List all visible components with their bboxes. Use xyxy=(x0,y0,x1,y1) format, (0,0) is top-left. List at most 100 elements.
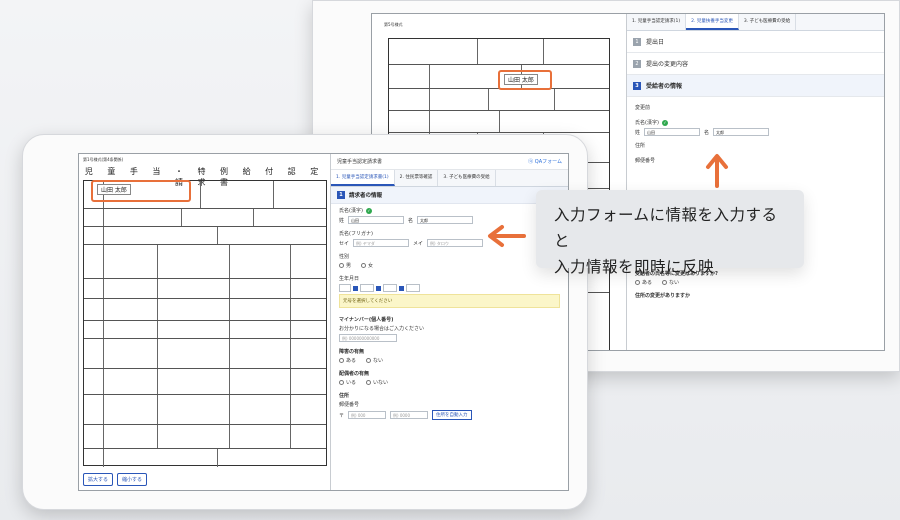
radio-label: ない xyxy=(669,280,680,286)
radio-circle xyxy=(635,280,640,285)
zoom-out-button[interactable]: 縮小する xyxy=(117,473,148,486)
kana-mei-label: メイ xyxy=(413,240,424,247)
step-label: 受給者の情報 xyxy=(646,83,683,90)
kana-mei-input[interactable]: 例) タロウ xyxy=(427,239,484,247)
front-name-value: 山田 太郎 xyxy=(97,184,131,195)
zoom-in-button[interactable]: 拡大する xyxy=(83,473,114,486)
address-label: 住所 xyxy=(339,393,350,399)
name-label: 氏名(漢字) xyxy=(339,208,363,214)
back-mei-label: 名 xyxy=(704,129,710,136)
front-tablet: 第1号様式(第4条関係) 児 童 手 当 ・ 特 例 給 付 認 定 請 求 書 xyxy=(22,134,588,510)
postal-input-2[interactable]: 例) 0000 xyxy=(390,411,429,419)
era-select[interactable] xyxy=(339,284,351,292)
front-tablet-screen: 第1号様式(第4条関係) 児 童 手 当 ・ 特 例 給 付 認 定 請 求 書 xyxy=(78,153,569,491)
front-document-preview: 第1号様式(第4条関係) 児 童 手 当 ・ 特 例 給 付 認 定 請 求 書 xyxy=(79,154,331,490)
back-sei-input[interactable]: 山田 xyxy=(644,128,701,136)
radio-option[interactable]: ある xyxy=(339,357,356,364)
radio-option[interactable]: いない xyxy=(366,379,388,386)
gender-label: 性別 xyxy=(339,254,350,260)
radio-label: 女 xyxy=(368,263,374,269)
kana-label: 氏名(フリガナ) xyxy=(339,231,373,237)
radio-circle xyxy=(366,380,372,385)
front-tabs: 1. 児童手当認定請求書(1) 2. 住民票等確認 3. 子ども医療費の受給 xyxy=(331,170,568,187)
front-form-panel: 児童手当認定請求書 ⓠ QAフォーム 1. 児童手当認定請求書(1) 2. 住民… xyxy=(331,154,568,490)
arrow-up-icon xyxy=(706,154,728,188)
back-tab-2[interactable]: 2. 児童扶養手当変更 xyxy=(686,14,739,30)
feature-callout: 入力フォームに情報を入力すると 入力情報を即時に反映 xyxy=(536,190,804,276)
month-select[interactable] xyxy=(383,284,397,292)
mynumber-label: マイナンバー(個人番号) xyxy=(339,317,394,323)
back-postal-label: 郵便番号 xyxy=(635,158,656,164)
spouse-label: 配偶者の有無 xyxy=(339,371,370,377)
radio-option[interactable]: いる xyxy=(339,379,356,386)
front-tab-1[interactable]: 1. 児童手当認定請求書(1) xyxy=(331,170,395,186)
select-marker xyxy=(399,285,404,291)
question-icon: ⓠ xyxy=(528,159,534,165)
sei-input[interactable]: 山田 xyxy=(348,216,405,224)
back-name-value: 山田 太郎 xyxy=(504,74,538,85)
year-select[interactable] xyxy=(360,284,374,292)
back-step-item[interactable]: 2 提出の変更内容 xyxy=(627,53,884,75)
birth-date-selects[interactable] xyxy=(339,284,560,292)
disability-label: 障害の有無 xyxy=(339,349,365,355)
radio-label: ある xyxy=(346,358,357,364)
step-label: 提出日 xyxy=(646,39,665,46)
back-sei-label: 姓 xyxy=(635,129,641,136)
radio-label: いる xyxy=(346,380,357,386)
radio-label: ない xyxy=(373,358,384,364)
radio-option[interactable]: ない xyxy=(662,279,679,286)
back-tab-3[interactable]: 3. 子ども医療費の受給 xyxy=(739,14,797,30)
back-form-panel: 1. 児童手当認定請求(1) 2. 児童扶養手当変更 3. 子ども医療費の受給 … xyxy=(627,14,884,350)
qa-form-label: QAフォーム xyxy=(534,159,562,165)
step-number: 1 xyxy=(337,191,345,199)
radio-label: ある xyxy=(642,280,653,286)
back-trailing: 住所の変更がありますか xyxy=(635,293,691,299)
panel-title: 児童手当認定請求書 xyxy=(337,159,383,165)
select-marker xyxy=(353,285,358,291)
step-number: 2 xyxy=(633,59,641,68)
mynumber-input[interactable]: 例) 000000000000 xyxy=(339,334,397,342)
back-name-label: 氏名(漢字) xyxy=(635,120,659,126)
radio-option[interactable]: ある xyxy=(635,279,652,286)
radio-option[interactable]: 男 xyxy=(339,262,351,269)
back-address-label: 住所 xyxy=(635,143,646,149)
front-name-highlight: 山田 太郎 xyxy=(91,180,191,202)
step-number: 3 xyxy=(633,81,641,90)
radio-circle xyxy=(662,280,668,285)
hero-illustration: 第5号様式 山田 太郎 1. 児童手当認定請求(1) 2. 児童扶養手当変更 3… xyxy=(0,0,900,520)
radio-circle xyxy=(361,263,367,268)
section-header: 1 請求者の情報 xyxy=(331,187,568,204)
back-step-item[interactable]: 3 受給者の情報 xyxy=(627,75,884,97)
zoom-controls: 拡大する 縮小する xyxy=(83,473,148,486)
postal-label: 郵便番号 xyxy=(339,402,360,408)
qa-form-link[interactable]: ⓠ QAフォーム xyxy=(528,158,562,165)
sei-label: 姓 xyxy=(339,217,345,224)
panel-header: 児童手当認定請求書 ⓠ QAフォーム xyxy=(331,154,568,170)
kana-sei-input[interactable]: 例) ヤマダ xyxy=(353,239,410,247)
birth-label: 生年月日 xyxy=(339,276,360,282)
front-tab-3[interactable]: 3. 子ども医療費の受給 xyxy=(438,170,496,186)
radio-label: 男 xyxy=(346,263,352,269)
kana-sei-label: セイ xyxy=(339,240,350,247)
check-icon: ✓ xyxy=(661,119,668,126)
mei-input[interactable]: 太郎 xyxy=(417,216,474,224)
day-select[interactable] xyxy=(406,284,420,292)
section-title: 請求者の情報 xyxy=(349,193,383,199)
back-name-highlight: 山田 太郎 xyxy=(498,70,552,90)
step-label: 提出の変更内容 xyxy=(646,61,689,68)
back-mei-input[interactable]: 太郎 xyxy=(713,128,770,136)
back-tab-1[interactable]: 1. 児童手当認定請求(1) xyxy=(627,14,687,30)
radio-circle xyxy=(339,380,344,385)
front-tab-2[interactable]: 2. 住民票等確認 xyxy=(395,170,439,186)
back-step-item[interactable]: 1 提出日 xyxy=(627,31,884,53)
radio-label: いない xyxy=(373,380,389,386)
callout-line-2: 入力情報を即時に反映 xyxy=(554,258,715,276)
postal-autofill-button[interactable]: 住所を自動入力 xyxy=(432,410,472,420)
radio-option[interactable]: ない xyxy=(366,357,383,364)
postal-prefix: 〒 xyxy=(339,412,345,419)
radio-option[interactable]: 女 xyxy=(361,262,373,269)
step-number: 1 xyxy=(633,37,641,46)
postal-input-1[interactable]: 例) 000 xyxy=(348,411,387,419)
mei-label: 名 xyxy=(408,217,414,224)
arrow-left-icon xyxy=(488,225,526,247)
